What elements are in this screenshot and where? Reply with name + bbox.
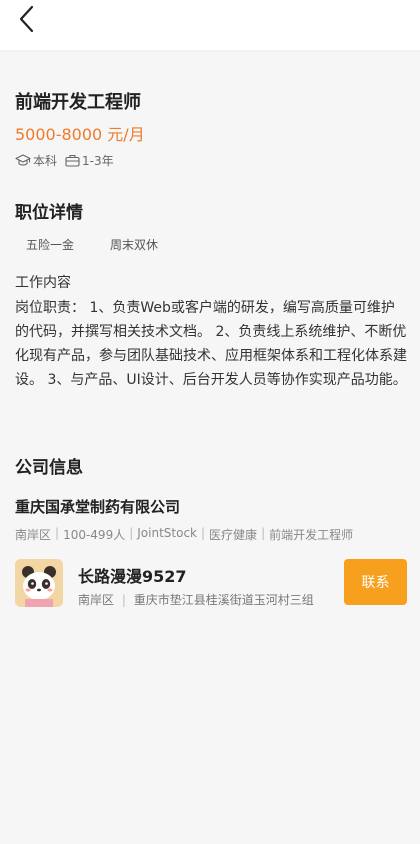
experience-label: 1-3年 <box>82 154 114 168</box>
recruiter-address: 南岸区 | 重庆市垫江县桂溪街道玉河村三组 <box>78 591 314 608</box>
job-details-title: 职位详情 <box>15 203 83 223</box>
top-nav-bar <box>0 0 420 50</box>
welfare-tag: 周末双休 <box>99 234 170 256</box>
salary: 5000-8000 元/月 <box>15 125 145 144</box>
welfare-tag: 五险一金 <box>15 234 86 256</box>
contact-button[interactable]: 联系 <box>344 559 407 605</box>
divider: | <box>121 593 126 607</box>
recruiter-name: 长路漫漫9527 <box>78 567 187 586</box>
job-requirements: 本科 1-3年 <box>15 152 122 169</box>
divider: | <box>55 526 60 540</box>
recruiter-district: 南岸区 <box>78 593 115 607</box>
divider: | <box>129 526 134 540</box>
work-content-text: 岗位职责： 1、负责Web或客户端的研发，编写高质量可维护的代码，并撰写相关技术… <box>15 300 407 388</box>
company-district: 南岸区 <box>15 528 52 542</box>
recruiter-street-address: 重庆市垫江县桂溪街道玉河村三组 <box>133 593 314 607</box>
company-info-title: 公司信息 <box>15 458 83 478</box>
experience-tag: 1-3年 <box>65 152 114 169</box>
job-title: 前端开发工程师 <box>15 92 141 113</box>
panda-avatar-icon <box>15 559 63 607</box>
recruiter-card: 长路漫漫9527 南岸区 | 重庆市垫江县桂溪街道玉河村三组 联系 <box>15 559 407 609</box>
briefcase-icon <box>65 154 80 167</box>
company-position: 前端开发工程师 <box>269 528 354 542</box>
company-size: 100-499人 <box>63 528 126 542</box>
work-content-label: 工作内容 <box>15 275 71 291</box>
chevron-left-icon <box>19 5 34 33</box>
avatar[interactable] <box>15 559 63 607</box>
education-tag: 本科 <box>15 152 57 169</box>
graduation-cap-icon <box>15 154 31 166</box>
divider: | <box>201 526 206 540</box>
welfare-tags: 五险一金 周末双休 <box>15 234 183 256</box>
company-industry: 医疗健康 <box>209 528 258 542</box>
education-label: 本科 <box>33 154 58 168</box>
company-name[interactable]: 重庆国承堂制药有限公司 <box>15 496 180 517</box>
company-type: JointStock <box>137 526 197 540</box>
back-button[interactable] <box>12 4 42 34</box>
divider: | <box>261 526 266 540</box>
company-meta: 南岸区 | 100-499人 | JointStock | 医疗健康 | 前端开… <box>15 526 353 543</box>
